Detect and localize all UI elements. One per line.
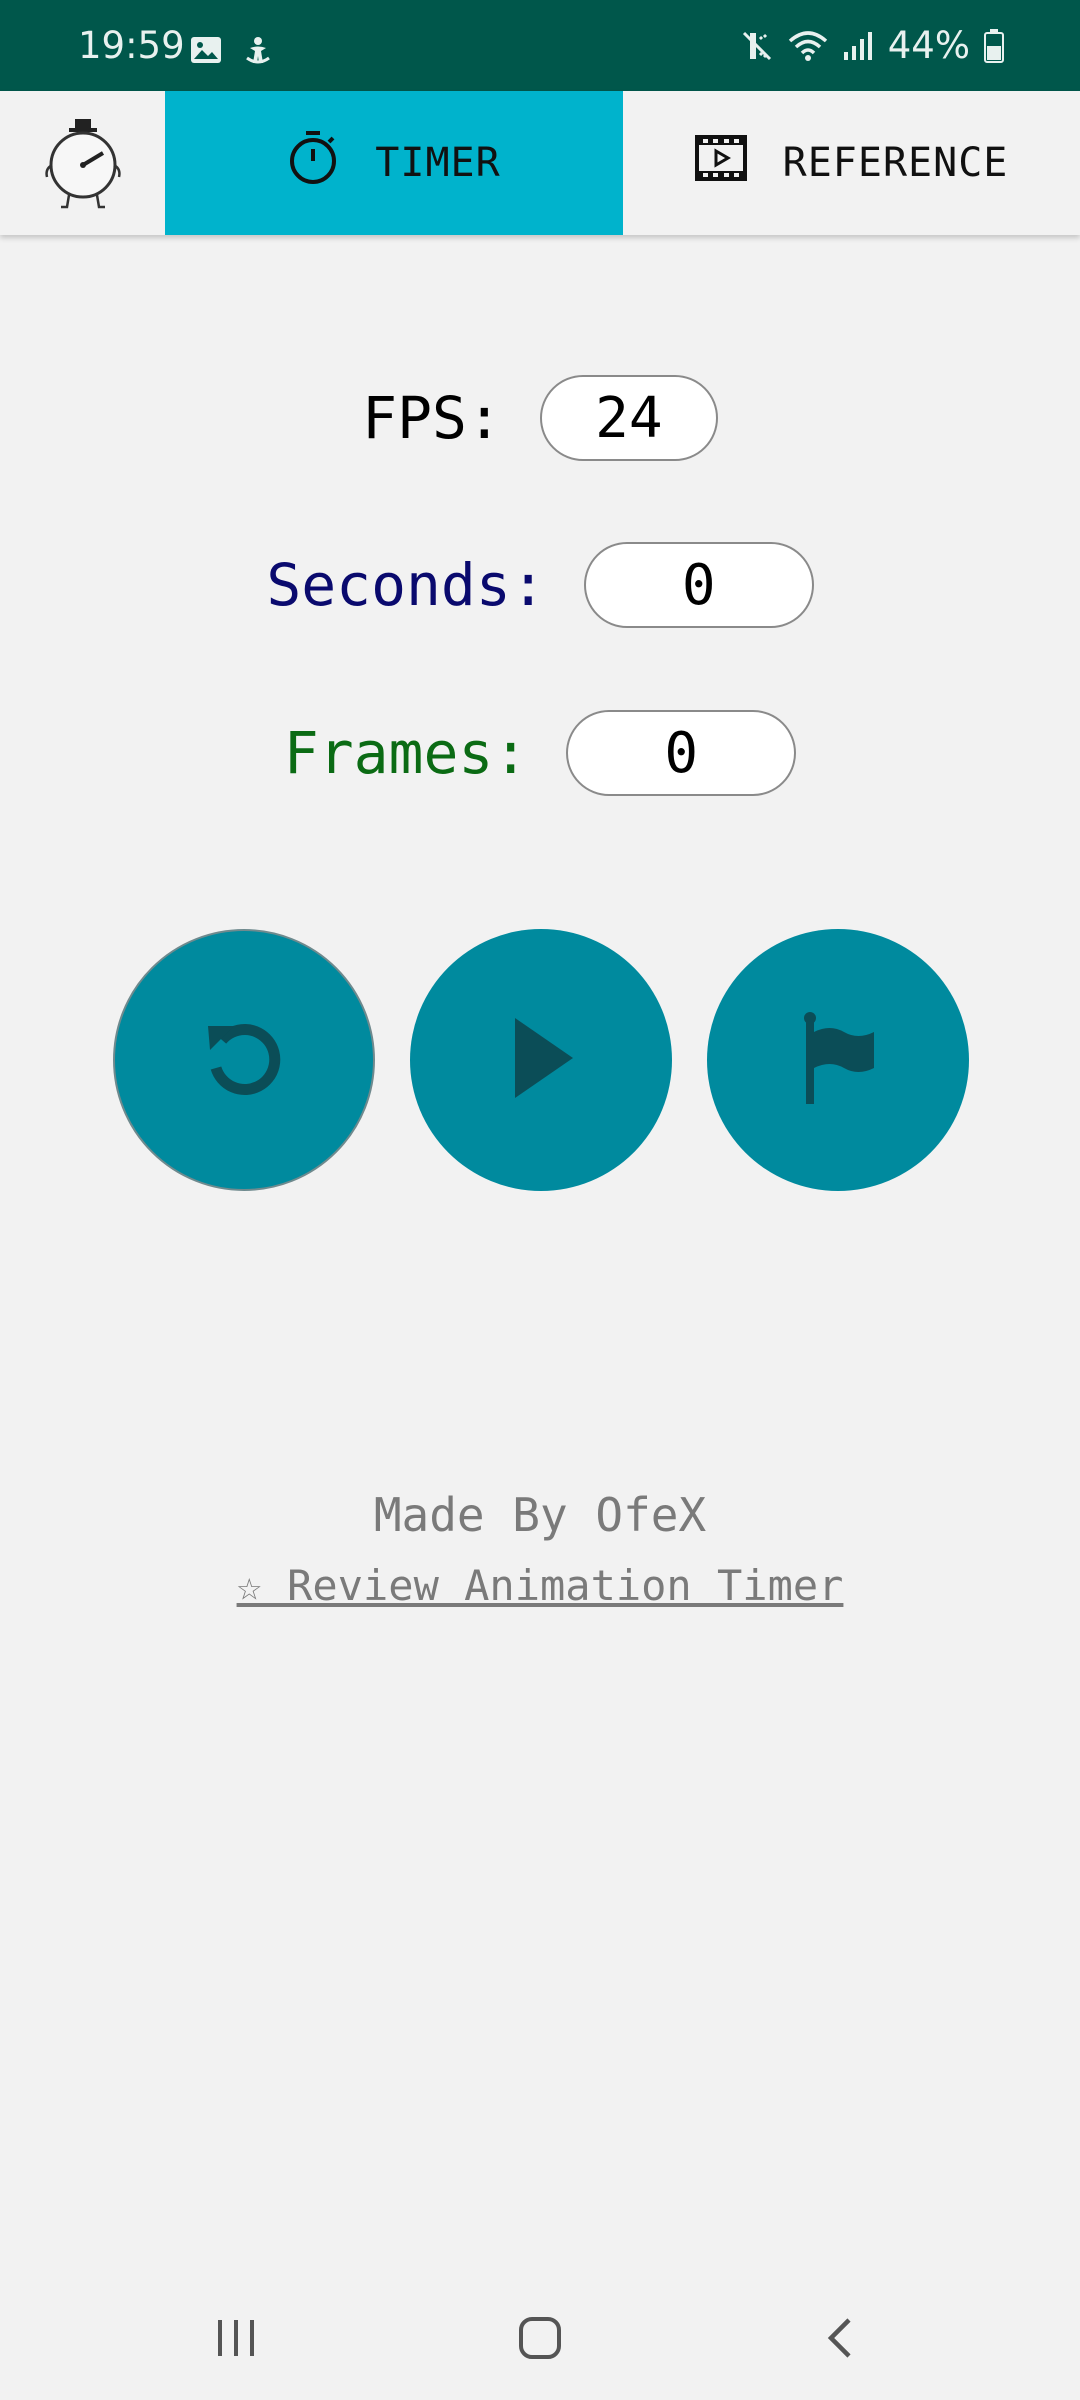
home-button[interactable]: [480, 2280, 600, 2400]
tab-label: REFERENCE: [782, 140, 1009, 186]
reset-button[interactable]: [113, 929, 375, 1191]
back-icon: [825, 2316, 855, 2364]
status-time: 19:59: [78, 24, 185, 67]
recent-apps-button[interactable]: [176, 2280, 296, 2400]
status-bar: 19:59 44%: [0, 0, 1080, 91]
home-icon: [518, 2316, 562, 2364]
seconds-label: Seconds:: [266, 551, 546, 619]
status-left-icons: [190, 36, 272, 70]
flag-icon: [796, 1010, 880, 1110]
flag-button[interactable]: [707, 929, 969, 1191]
fps-row: FPS:: [0, 375, 1080, 461]
tab-bar: TIMER REFERENCE: [0, 91, 1080, 235]
back-button[interactable]: [780, 2280, 900, 2400]
frames-row: Frames:: [0, 710, 1080, 796]
recent-apps-icon: [214, 2318, 258, 2362]
timer-controls: [0, 929, 1080, 1193]
made-by-text: Made By OfeX: [373, 1488, 707, 1542]
seconds-row: Seconds:: [0, 542, 1080, 628]
status-right: 44%: [740, 26, 1004, 66]
signal-icon: [842, 30, 874, 62]
reset-icon: [196, 1010, 292, 1110]
review-link[interactable]: ☆ Review Animation Timer: [0, 1558, 1080, 1614]
tab-reference[interactable]: REFERENCE: [623, 91, 1080, 235]
frames-input[interactable]: [566, 710, 797, 796]
fps-label: FPS:: [362, 384, 502, 452]
app-logo: [0, 91, 165, 235]
seconds-input[interactable]: [583, 542, 814, 628]
image-icon: [190, 36, 222, 70]
fps-input[interactable]: [539, 375, 718, 461]
stopwatch-character-icon: [44, 119, 121, 209]
film-play-icon: [694, 135, 747, 191]
mute-icon: [740, 29, 774, 63]
stopwatch-icon: [287, 130, 339, 196]
wifi-icon: [788, 29, 828, 63]
play-icon: [501, 1010, 581, 1110]
battery-percent: 44%: [887, 24, 970, 67]
tab-label: TIMER: [375, 140, 501, 186]
navigation-bar: [0, 2280, 1080, 2400]
tab-timer[interactable]: TIMER: [165, 91, 623, 235]
battery-icon: [984, 29, 1004, 63]
accessibility-icon: [244, 36, 272, 70]
frames-label: Frames:: [283, 719, 529, 787]
play-button[interactable]: [410, 929, 672, 1191]
